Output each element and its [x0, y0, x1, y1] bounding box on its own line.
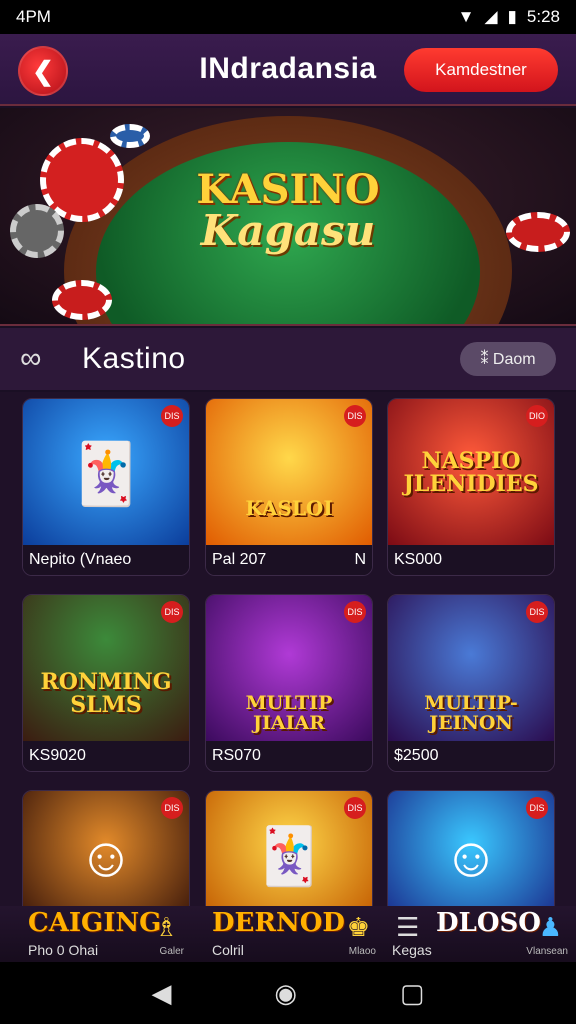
game-badge: DIS: [344, 797, 366, 819]
game-card[interactable]: 🃏 DIS: [205, 790, 373, 920]
hero-banner[interactable]: KASINO Kagasu: [0, 108, 576, 326]
section-bar: ∞ Kastino ⁑ Daom: [0, 328, 576, 390]
game-title-art: MULTIP JIAIAR: [245, 692, 333, 734]
game-card[interactable]: 🃏 DIS Nepito (Vnaeo: [22, 398, 190, 576]
header-action-button[interactable]: Kamdestner: [404, 48, 558, 92]
nav-icon-label: Vlansean: [526, 946, 568, 957]
status-bar: 4PM ▼ ◢ ▮ 5:28: [0, 0, 576, 34]
nav-item-caiging[interactable]: CAIGING Pho 0 Ohai ♗ Galer: [0, 906, 192, 962]
nav-label: DERNOD: [212, 908, 345, 938]
playing-cards-icon: 🃏: [68, 439, 144, 507]
recents-icon[interactable]: ▢: [400, 978, 425, 1009]
game-badge: DIS: [161, 601, 183, 623]
game-card[interactable]: MULTIP JIAIAR DIS RS070: [205, 594, 373, 772]
status-time: 4PM: [16, 7, 51, 26]
user-icon: ♟: [538, 912, 562, 942]
game-title-art: NASPIO JLENIDIES: [403, 447, 539, 497]
search-icon[interactable]: ∞: [20, 342, 41, 376]
game-caption: KS000: [394, 551, 443, 568]
group-icon: ♚: [346, 912, 370, 942]
game-card-footer: Pal 207 N: [206, 545, 372, 575]
player-portrait-icon: ☺: [77, 824, 135, 888]
nav-item-dernod[interactable]: DERNOD Colril ♚ Mlaoo: [192, 906, 384, 962]
battery-icon: ▮: [507, 7, 517, 26]
nav-item-dloso[interactable]: ☰ DLOSO Kegas ♟ Vlansean: [384, 906, 576, 962]
hero-subtitle: Kagasu: [200, 206, 376, 255]
game-badge: DIS: [344, 405, 366, 427]
player-portrait-icon: ☺: [442, 824, 500, 888]
home-icon[interactable]: ◉: [274, 978, 297, 1009]
game-badge: DIS: [161, 797, 183, 819]
nav-icon-label: Mlaoo: [348, 946, 376, 957]
game-grid: 🃏 DIS Nepito (Vnaeo KASLOI DIS Pal 207 N…: [0, 392, 576, 964]
nav-sublabel: Colril: [212, 942, 244, 958]
game-card[interactable]: ☺ DIS: [387, 790, 555, 920]
game-card-footer: Nepito (Vnaeo: [23, 545, 189, 575]
filter-button[interactable]: ⁑ Daom: [460, 342, 556, 376]
game-caption: RS070: [212, 747, 261, 764]
game-caption: Nepito (Vnaeo: [29, 551, 132, 568]
game-card-footer: KS000: [388, 545, 554, 575]
game-card[interactable]: NASPIO JLENIDIES DIO KS000: [387, 398, 555, 576]
nav-label: CAIGING: [28, 908, 162, 938]
game-caption-right: N: [354, 551, 366, 568]
nav-label: DLOSO: [436, 908, 541, 938]
game-title-art: RONMING SLMS: [40, 668, 172, 718]
game-card[interactable]: ☺ DIS: [22, 790, 190, 920]
game-card-footer: KS9020: [23, 741, 189, 771]
menu-icon: ☰: [396, 912, 420, 942]
poker-chip-icon: [52, 280, 112, 320]
game-card[interactable]: RONMING SLMS DIS KS9020: [22, 594, 190, 772]
game-badge: DIS: [526, 797, 548, 819]
section-title: Kastino: [82, 342, 186, 375]
status-icons: ▼ ◢ ▮ 5:28: [458, 7, 560, 27]
game-title-art: MULTIP-JEINON: [424, 692, 518, 734]
game-badge: DIS: [344, 601, 366, 623]
game-caption: KS9020: [29, 747, 86, 764]
trophy-icon: ♗: [154, 912, 178, 942]
game-card[interactable]: KASLOI DIS Pal 207 N: [205, 398, 373, 576]
game-badge: DIS: [526, 601, 548, 623]
android-nav-bar: ◀ ◉ ▢: [0, 962, 576, 1024]
game-card-footer: $2500: [388, 741, 554, 771]
back-icon[interactable]: ◀: [151, 978, 171, 1009]
game-card-footer: RS070: [206, 741, 372, 771]
nav-icon-label: Galer: [159, 946, 184, 957]
nav-sublabel: Pho 0 Ohai: [28, 942, 99, 958]
wifi-icon: ▼: [457, 7, 475, 26]
status-battery-time: 5:28: [526, 7, 560, 26]
game-title-art: KASLOI: [245, 495, 333, 520]
game-caption: Pal 207: [212, 551, 267, 568]
playing-cards-icon: 🃏: [254, 824, 324, 887]
game-badge: DIS: [161, 405, 183, 427]
game-caption: $2500: [394, 747, 439, 764]
game-card[interactable]: MULTIP-JEINON DIS $2500: [387, 594, 555, 772]
poker-chip-icon: [110, 124, 150, 148]
game-badge: DIO: [526, 405, 548, 427]
app-header: ❮ INdradansia Kamdestner: [0, 34, 576, 106]
signal-icon: ◢: [484, 7, 498, 26]
bottom-category-nav: CAIGING Pho 0 Ohai ♗ Galer DERNOD Colril…: [0, 906, 576, 962]
nav-sublabel: Kegas: [392, 942, 432, 958]
